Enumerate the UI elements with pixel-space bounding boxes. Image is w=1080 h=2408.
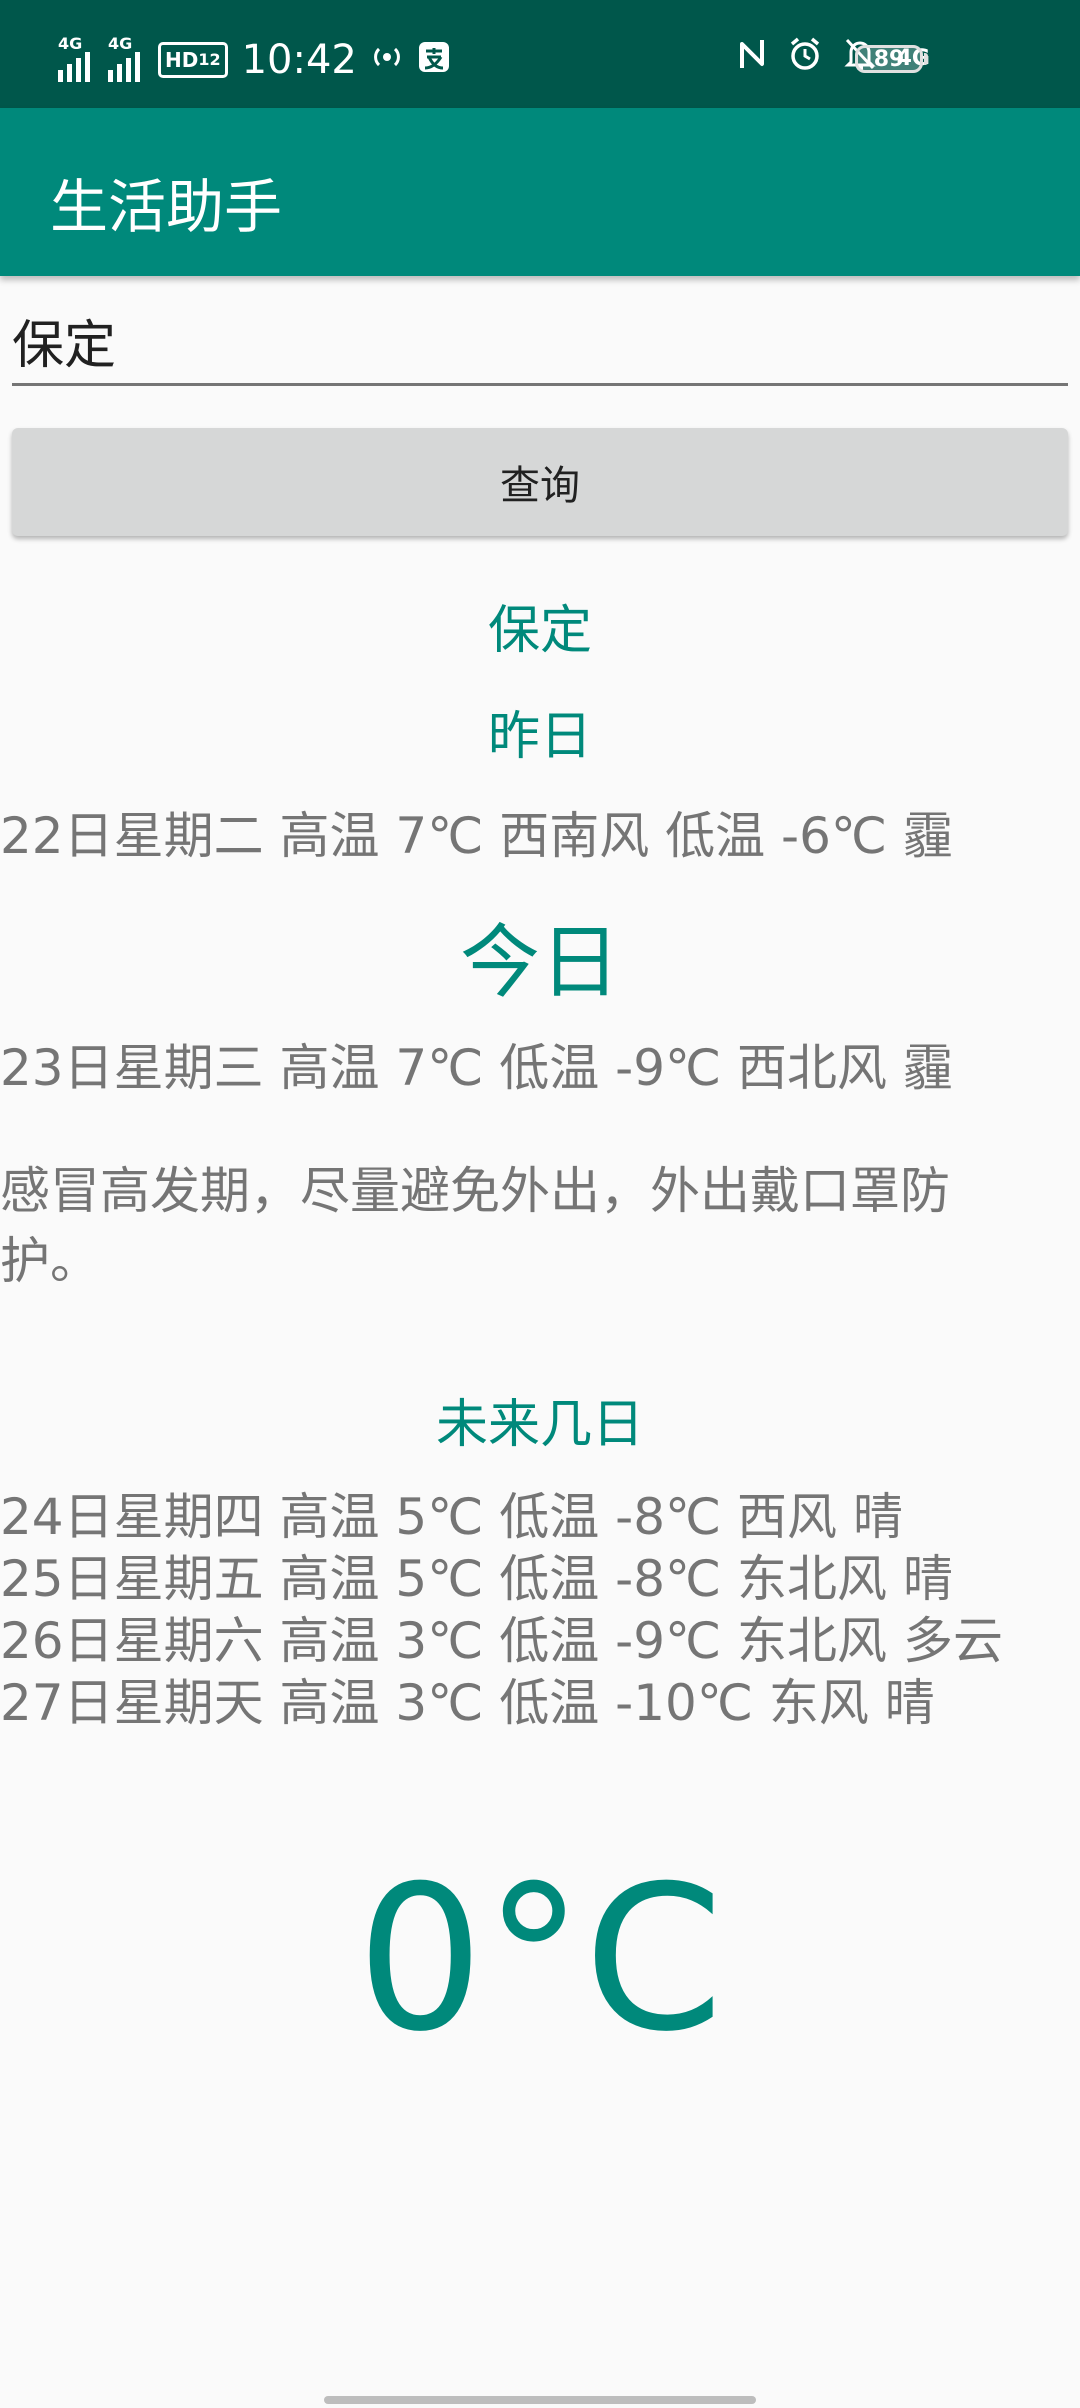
hd-sub-label: 12: [198, 50, 221, 69]
nfc-icon: [737, 36, 767, 81]
forecast-list: 24日星期四 高温 5℃ 低温 -8℃ 西风 晴 25日星期五 高温 5℃ 低温…: [0, 1486, 1003, 1734]
yesterday-title: 昨日: [487, 707, 592, 767]
forecast-item: 27日星期天 高温 3℃ 低温 -10℃ 东风 晴: [0, 1674, 935, 1732]
alarm-icon: [787, 36, 823, 81]
hd-label: HD: [165, 48, 199, 72]
query-button[interactable]: 查询: [12, 428, 1068, 536]
today-weather: 23日星期三 高温 7℃ 低温 -9℃ 西北风 霾: [0, 1039, 953, 1097]
payment-icon: [417, 40, 451, 80]
forecast-item: 26日星期六 高温 3℃ 低温 -9℃ 东北风 多云: [0, 1612, 1003, 1670]
navigation-handle[interactable]: [324, 2396, 756, 2404]
health-tip: 感冒高发期，尽量避免外出，外出戴口罩防护。: [0, 1162, 950, 1290]
today-title: 今日: [460, 916, 620, 1009]
app-bar: 生活助手: [0, 108, 1080, 276]
app-title: 生活助手: [50, 173, 283, 241]
signal-icon: 4G: [108, 34, 144, 82]
signal-icon: 4G: [58, 34, 94, 82]
city-label: 保定: [487, 601, 592, 661]
hd-voice-icon: HD 12: [158, 42, 228, 78]
status-time: 10:42: [241, 37, 357, 83]
network-type-2: 4G: [108, 34, 133, 53]
battery-icon: 89: [855, 45, 923, 73]
status-bar: 4G 4G HD 12 10:42 4G 89: [0, 0, 1080, 108]
yesterday-weather: 22日星期二 高温 7℃ 西南风 低温 -6℃ 霾: [0, 807, 953, 865]
forecast-item: 24日星期四 高温 5℃ 低温 -8℃ 西风 晴: [0, 1488, 903, 1546]
city-input[interactable]: [12, 298, 1068, 386]
status-bar-left: 4G 4G HD 12 10:42: [58, 30, 451, 90]
future-title: 未来几日: [435, 1395, 644, 1455]
hotspot-icon: [371, 41, 403, 79]
battery-level: 89: [873, 46, 905, 72]
forecast-item: 25日星期五 高温 5℃ 低温 -8℃ 东北风 晴: [0, 1550, 953, 1608]
network-type-1: 4G: [58, 34, 83, 53]
current-temperature: 0°C: [356, 1843, 724, 2076]
battery-tip: [924, 53, 928, 65]
